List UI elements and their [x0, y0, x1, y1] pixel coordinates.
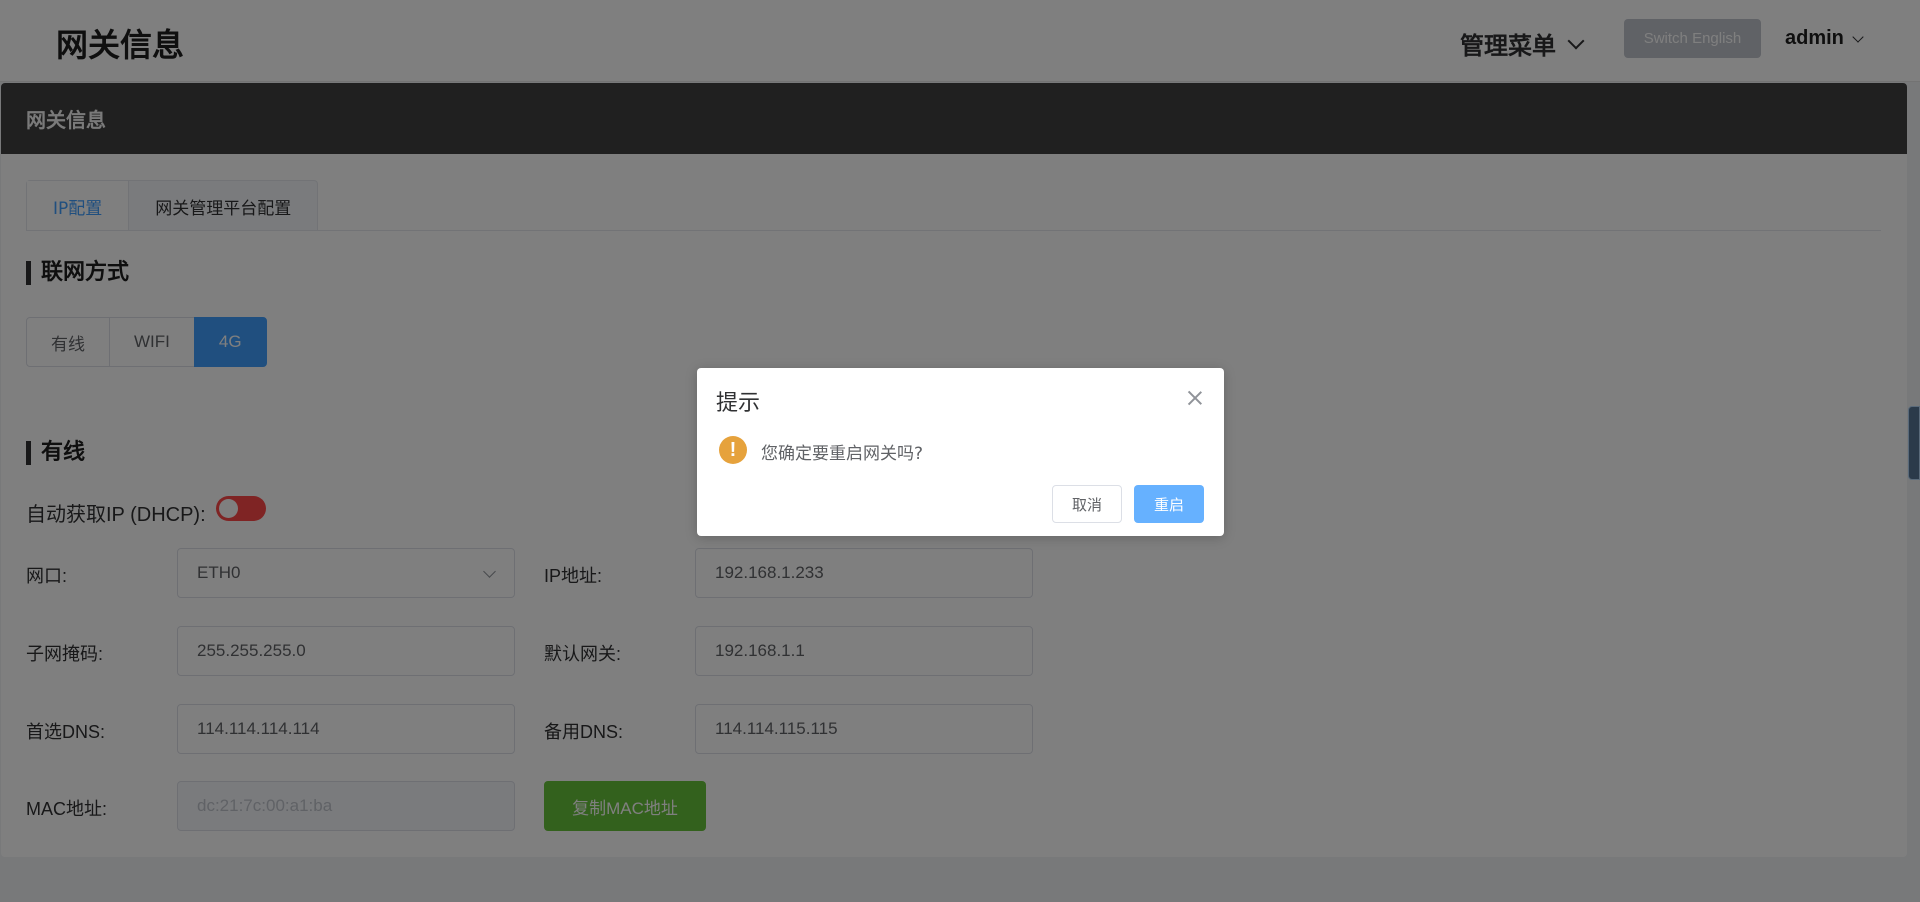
- confirm-dialog: 提示 ! 您确定要重启网关吗? 取消 重启: [697, 368, 1224, 536]
- side-handle[interactable]: [1908, 406, 1920, 480]
- dialog-message: 您确定要重启网关吗?: [761, 444, 924, 464]
- close-icon[interactable]: [1186, 389, 1204, 407]
- warning-icon: !: [719, 436, 747, 464]
- dialog-title: 提示: [716, 391, 761, 416]
- cancel-button[interactable]: 取消: [1052, 485, 1122, 523]
- restart-button[interactable]: 重启: [1134, 485, 1204, 523]
